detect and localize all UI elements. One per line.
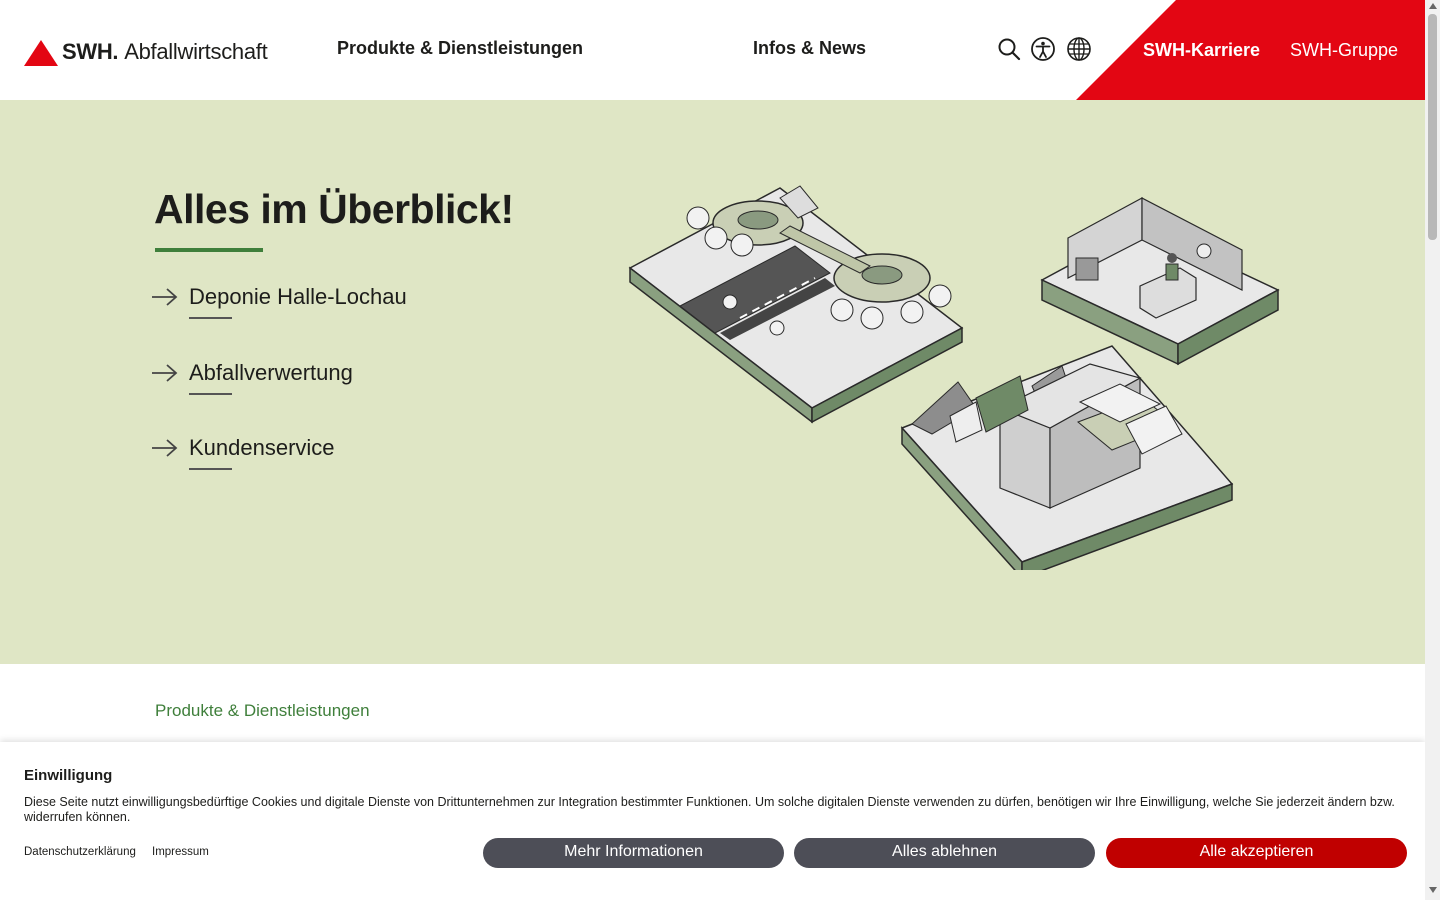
impressum-link[interactable]: Impressum bbox=[152, 846, 209, 858]
hero-link-label: Kundenservice bbox=[189, 435, 335, 460]
tile-deponie bbox=[628, 185, 964, 424]
nav-swh-karriere[interactable]: SWH-Karriere bbox=[1143, 40, 1260, 61]
search-icon[interactable] bbox=[996, 36, 1022, 62]
hero-link-label: Abfallverwertung bbox=[189, 360, 353, 385]
page-scrollbar[interactable] bbox=[1425, 0, 1440, 900]
nav-infos-news[interactable]: Infos & News bbox=[753, 38, 866, 59]
accept-all-button[interactable]: Alle akzeptieren bbox=[1106, 838, 1407, 868]
hero-link-kundenservice[interactable]: Kundenservice bbox=[150, 435, 335, 470]
arrow-right-icon bbox=[152, 288, 178, 306]
more-info-button[interactable]: Mehr Informationen bbox=[483, 838, 784, 868]
arrow-right-icon bbox=[152, 439, 178, 457]
accessibility-icon[interactable] bbox=[1030, 36, 1056, 62]
logo-text: SWH. Abfallwirtschaft bbox=[62, 39, 268, 65]
hero-link-abfallverwertung[interactable]: Abfallverwertung bbox=[150, 360, 353, 395]
cookie-title: Einwilligung bbox=[24, 767, 113, 784]
link-underline bbox=[189, 393, 232, 395]
logo-triangle-icon bbox=[24, 40, 58, 66]
logo-brand: SWH. bbox=[62, 39, 119, 64]
hero-link-deponie[interactable]: Deponie Halle-Lochau bbox=[150, 284, 407, 319]
arrow-right-icon bbox=[152, 364, 178, 382]
breadcrumb[interactable]: Produkte & Dienstleistungen bbox=[155, 701, 370, 721]
logo-subtitle: Abfallwirtschaft bbox=[124, 39, 268, 64]
nav-swh-gruppe[interactable]: SWH-Gruppe bbox=[1290, 40, 1398, 61]
link-underline bbox=[189, 317, 232, 319]
cookie-consent-banner: Einwilligung Diese Seite nutzt einwillig… bbox=[0, 742, 1425, 900]
isometric-illustration bbox=[628, 185, 1280, 570]
hero-title-underline bbox=[155, 248, 263, 252]
nav-produkte-dienstleistungen[interactable]: Produkte & Dienstleistungen bbox=[337, 38, 583, 59]
scroll-up-icon[interactable] bbox=[1429, 3, 1437, 9]
hero-link-label: Deponie Halle-Lochau bbox=[189, 284, 407, 309]
hero-section: Alles im Überblick! Deponie Halle-Lochau… bbox=[0, 100, 1425, 664]
hero-title: Alles im Überblick! bbox=[154, 186, 514, 232]
tile-kundenservice bbox=[1040, 196, 1280, 366]
cookie-text: Diese Seite nutzt einwilligungsbedürftig… bbox=[24, 795, 1395, 824]
link-underline bbox=[189, 468, 232, 470]
site-header: SWH. Abfallwirtschaft Produkte & Dienstle… bbox=[0, 0, 1425, 100]
scroll-down-icon[interactable] bbox=[1429, 887, 1437, 893]
datenschutz-link[interactable]: Datenschutzerklärung bbox=[24, 846, 136, 858]
logo[interactable]: SWH. Abfallwirtschaft bbox=[24, 36, 268, 68]
scrollbar-thumb[interactable] bbox=[1428, 14, 1437, 240]
tile-abfallverwertung bbox=[900, 345, 1234, 570]
reject-all-button[interactable]: Alles ablehnen bbox=[794, 838, 1095, 868]
